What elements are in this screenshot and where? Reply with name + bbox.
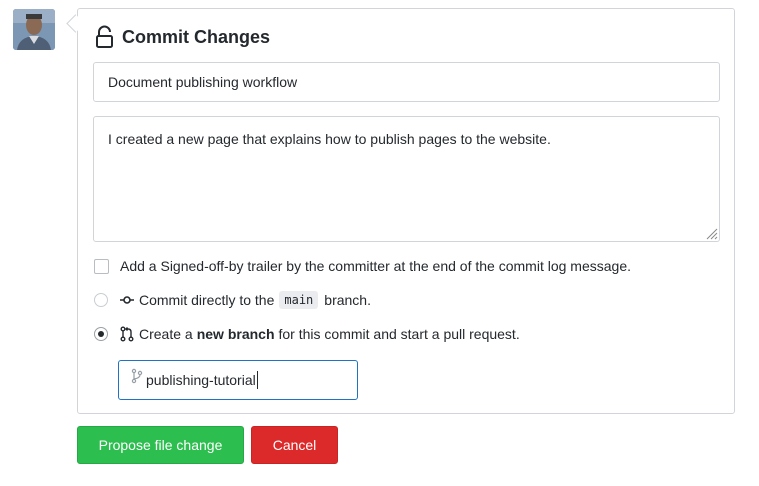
text-caret	[257, 371, 258, 389]
commit-direct-option[interactable]: Commit directly to the main branch.	[94, 291, 371, 309]
branch-name-input[interactable]	[146, 372, 258, 388]
new-branch-emphasis: new branch	[196, 326, 275, 342]
commit-description-textarea[interactable]: I created a new page that explains how t…	[93, 116, 720, 242]
branch-name-code: main	[279, 291, 319, 309]
branch-name-field[interactable]	[118, 360, 358, 400]
commit-summary-input[interactable]	[93, 62, 720, 102]
commit-panel: Commit Changes I created a new page that…	[77, 8, 735, 414]
new-branch-option[interactable]: Create a new branch for this commit and …	[94, 326, 520, 342]
git-branch-icon	[131, 368, 143, 384]
new-branch-text-after: for this commit and start a pull request…	[278, 326, 520, 342]
signoff-label: Add a Signed-off-by trailer by the commi…	[120, 258, 631, 274]
propose-file-change-button[interactable]: Propose file change	[77, 426, 244, 464]
commit-header: Commit Changes	[95, 25, 270, 49]
git-pull-request-icon	[120, 326, 134, 342]
resize-handle-icon[interactable]	[704, 228, 718, 240]
signoff-checkbox[interactable]	[94, 258, 109, 274]
new-branch-radio[interactable]	[94, 327, 108, 341]
git-commit-icon	[120, 296, 134, 304]
commit-direct-radio[interactable]	[94, 293, 108, 307]
user-avatar	[13, 9, 55, 50]
commit-direct-text: Commit directly to the	[139, 292, 275, 308]
signoff-option[interactable]: Add a Signed-off-by trailer by the commi…	[94, 258, 631, 274]
commit-direct-suffix: branch.	[324, 292, 371, 308]
page-title: Commit Changes	[122, 26, 271, 47]
cancel-button[interactable]: Cancel	[251, 426, 338, 464]
unlock-icon	[96, 25, 113, 48]
new-branch-text-before: Create a	[139, 326, 193, 342]
